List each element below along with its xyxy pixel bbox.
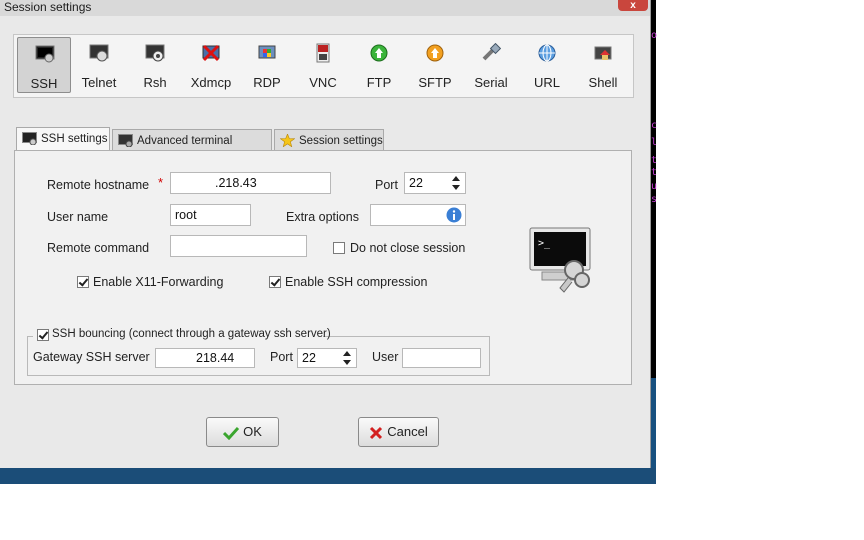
ssh-terminal-icon: [35, 45, 55, 63]
session-type-xdmcp[interactable]: Xdmcp: [184, 37, 238, 93]
telnet-icon: [89, 44, 109, 62]
user-name-label: User name: [47, 210, 109, 224]
gateway-port-value: 22: [302, 351, 316, 365]
ssh-bouncing-checkbox[interactable]: [37, 329, 49, 341]
info-icon[interactable]: [446, 207, 462, 223]
svg-text:>_: >_: [538, 238, 551, 249]
x11-forwarding-checkbox[interactable]: [77, 276, 89, 288]
session-type-ssh[interactable]: SSH: [17, 37, 71, 93]
title-bar: [0, 0, 650, 16]
session-type-rdp[interactable]: RDP: [240, 37, 294, 93]
ssh-key-terminal-icon: >_: [529, 227, 591, 293]
session-type-label: Shell: [588, 75, 618, 90]
tab-ssh-settings[interactable]: SSH settings: [16, 127, 110, 152]
desktop-text-fragment: t: [651, 167, 658, 178]
port-value: 22: [409, 176, 423, 190]
cancel-button[interactable]: Cancel: [358, 417, 439, 447]
session-type-label: FTP: [366, 75, 392, 90]
cancel-label: Cancel: [387, 424, 428, 439]
session-type-label: Rsh: [143, 75, 167, 90]
gateway-user-input[interactable]: [402, 348, 481, 368]
ssh-compression-label: Enable SSH compression: [285, 275, 428, 289]
desktop-text-fragment: t: [651, 155, 658, 166]
session-type-serial[interactable]: Serial: [464, 37, 518, 93]
ssh-bouncing-label: SSH bouncing (connect through a gateway …: [52, 328, 331, 340]
session-type-label: SSH: [30, 76, 58, 91]
shell-house-icon: [594, 46, 612, 60]
remote-command-input[interactable]: [170, 235, 307, 257]
sftp-icon: [426, 44, 444, 62]
session-type-label: SFTP: [418, 75, 452, 90]
desktop-text-fragment: s: [651, 194, 658, 205]
star-icon: [280, 134, 295, 147]
session-type-label: Telnet: [81, 75, 117, 90]
session-settings-dialog: Session settings x SSH Telnet Rsh Xdmcp …: [0, 0, 651, 468]
port-label: Port: [375, 178, 398, 192]
x11-forwarding-label: Enable X11-Forwarding: [93, 275, 224, 289]
cross-icon: [370, 426, 383, 439]
spin-arrows-icon[interactable]: [342, 350, 352, 366]
remote-hostname-input[interactable]: .218.43: [170, 172, 331, 194]
port-spinbox[interactable]: 22: [404, 172, 466, 194]
session-type-toolbar: SSH Telnet Rsh Xdmcp RDP VNC FTP SFTP Se…: [13, 34, 634, 98]
session-type-ftp[interactable]: FTP: [352, 37, 406, 93]
session-type-sftp[interactable]: SFTP: [408, 37, 462, 93]
do-not-close-checkbox[interactable]: [333, 242, 345, 254]
gateway-port-label: Port: [270, 350, 293, 364]
url-globe-icon: [538, 44, 556, 62]
gateway-user-label: User: [372, 350, 399, 364]
session-type-label: Serial: [474, 75, 508, 90]
tab-label: Session settings: [299, 135, 383, 147]
remote-hostname-label: Remote hostname: [47, 178, 150, 192]
checkmark-icon: [223, 426, 240, 440]
remote-command-label: Remote command: [47, 241, 150, 255]
session-type-label: Xdmcp: [190, 75, 232, 90]
vnc-icon: [316, 43, 330, 63]
required-marker: *: [158, 175, 164, 190]
taskbar-strip: [0, 468, 656, 484]
rdp-icon: [258, 45, 276, 59]
gateway-port-spinbox[interactable]: 22: [297, 348, 357, 368]
ok-button[interactable]: OK: [206, 417, 279, 447]
tab-label: SSH settings: [41, 133, 108, 145]
terminal-icon: [22, 132, 37, 145]
session-type-url[interactable]: URL: [520, 37, 574, 93]
do-not-close-label: Do not close session: [350, 241, 466, 255]
window-title: Session settings: [4, 0, 92, 14]
session-type-label: URL: [533, 75, 560, 90]
spin-arrows-icon[interactable]: [451, 175, 461, 191]
gateway-ssh-server-label: Gateway SSH server: [33, 350, 150, 364]
session-type-label: VNC: [309, 75, 337, 90]
terminal-gear-icon: [118, 134, 133, 147]
serial-icon: [482, 43, 501, 61]
tab-session-settings[interactable]: Session settings: [274, 129, 384, 151]
tab-advanced-terminal-settings[interactable]: Advanced terminal settings: [112, 129, 272, 169]
desktop-text-fragment: u: [651, 181, 658, 192]
xdmcp-icon: [202, 44, 220, 62]
close-button[interactable]: x: [618, 0, 648, 11]
session-type-shell[interactable]: Shell: [576, 37, 630, 93]
session-type-vnc[interactable]: VNC: [296, 37, 350, 93]
ftp-icon: [370, 44, 388, 62]
session-type-rsh[interactable]: Rsh: [128, 37, 182, 93]
session-type-telnet[interactable]: Telnet: [72, 37, 126, 93]
user-name-input[interactable]: root: [170, 204, 251, 226]
desktop-text-fragment: l: [651, 137, 658, 148]
gateway-ssh-server-input[interactable]: 218.44: [155, 348, 255, 368]
desktop-text-fragment: c: [651, 120, 658, 131]
ssh-compression-checkbox[interactable]: [269, 276, 281, 288]
rsh-icon: [145, 44, 165, 62]
extra-options-label: Extra options: [286, 210, 359, 224]
desktop-text-fragment: o: [651, 30, 658, 41]
extra-options-input[interactable]: [370, 204, 466, 226]
ok-label: OK: [243, 424, 262, 439]
session-type-label: RDP: [253, 75, 281, 90]
